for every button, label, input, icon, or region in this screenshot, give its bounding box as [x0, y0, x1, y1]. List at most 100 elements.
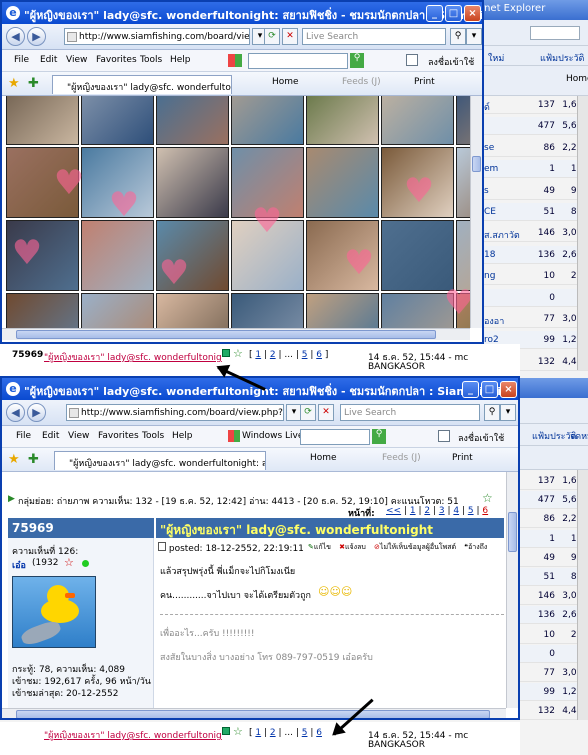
menu-edit[interactable]: Edit [40, 55, 57, 65]
page-link-5-b[interactable]: 5 [302, 728, 308, 738]
forward-button[interactable]: ▶ [27, 27, 46, 46]
page-link-2[interactable]: 2 [270, 350, 276, 360]
bg-search-box[interactable] [530, 26, 580, 40]
forward-button-2[interactable]: ▶ [27, 403, 46, 422]
menu-tools-2[interactable]: Tools [142, 431, 164, 441]
search-input[interactable]: Live Search [302, 28, 446, 45]
close-button[interactable]: × [464, 5, 481, 22]
page-link-5[interactable]: 5 [468, 506, 474, 516]
add-favorites-icon-2[interactable]: ✚ [28, 452, 39, 467]
toolbar-search-input-2[interactable] [300, 429, 370, 445]
menu-view-2[interactable]: View [68, 431, 89, 441]
refresh-icon-2[interactable]: ⟳ [300, 404, 316, 421]
menu-favorites[interactable]: Favorites [96, 55, 137, 65]
home-button[interactable]: Home [272, 77, 299, 87]
bg-thread-title[interactable]: s [484, 186, 524, 196]
report-link[interactable]: แจ้งลบ [345, 543, 366, 551]
add-favorites-icon[interactable]: ✚ [28, 76, 39, 91]
menu-edit-2[interactable]: Edit [42, 431, 59, 441]
search-dropdown-button[interactable]: ▾ [466, 28, 482, 45]
tab-active-2[interactable]: "ผู้หญิงของเรา" lady@sfc. wonderfultonig… [54, 451, 266, 470]
bg-thread-title[interactable]: se [484, 143, 524, 153]
page-link-1-b[interactable]: 1 [255, 728, 261, 738]
user-name[interactable]: เอ๋อ [12, 558, 26, 572]
favorites-star-icon-2[interactable]: ★ [8, 452, 20, 467]
h-scrollbar-thumb[interactable] [16, 330, 436, 339]
scrollbar-thumb[interactable] [472, 156, 481, 172]
bg-thread-title[interactable]: 18 [484, 250, 524, 260]
feeds-button[interactable]: Feeds (J) [342, 77, 381, 87]
thread-title-link-2[interactable]: "ผู้หญิงของเรา" lady@sfc. wonderfultonig [44, 728, 222, 742]
bg-thread-title[interactable]: ส.สภาวัต [484, 228, 524, 242]
search-icon-2[interactable]: ⚲ [484, 404, 500, 421]
go-icon[interactable]: ⚲ [350, 53, 364, 68]
menu-help[interactable]: Help [170, 55, 191, 65]
page-link-2-b[interactable]: 2 [270, 728, 276, 738]
print-button-2[interactable]: Print [452, 453, 473, 463]
edit-link[interactable]: แก้ไข [314, 543, 331, 551]
feeds-button-2[interactable]: Feeds (J) [382, 453, 421, 463]
minimize-button[interactable]: _ [426, 5, 443, 22]
back-button[interactable]: ◀ [6, 27, 25, 46]
page-link-1[interactable]: 1 [255, 350, 261, 360]
close-button-2[interactable]: × [500, 381, 517, 398]
bg-tab-history[interactable]: แฟ้มประวัติ [540, 51, 584, 65]
menu-favorites-2[interactable]: Favorites [98, 431, 139, 441]
menu-file[interactable]: File [14, 55, 29, 65]
thread-title-link[interactable]: "ผู้หญิงของเรา" lady@sfc. wonderfultonig [44, 350, 222, 364]
bg-tab-new[interactable]: ใหม่ [488, 51, 504, 65]
bg-thread-title[interactable]: องอา [484, 314, 524, 328]
block-link[interactable]: ไม่ให้เห็นข้อมูลผู้อื่นโพสต์ [380, 543, 456, 551]
page-link-3[interactable]: 3 [439, 506, 445, 516]
favorites-star-icon[interactable]: ★ [8, 76, 20, 91]
vertical-scrollbar-2[interactable] [506, 472, 518, 708]
home-button-2[interactable]: Home [310, 453, 337, 463]
go-icon-2[interactable]: ⚲ [372, 429, 386, 444]
login-link-2[interactable]: ลงชื่อเข้าใช้ [458, 431, 504, 445]
maximize-button[interactable]: □ [445, 5, 462, 22]
bg-home-button[interactable]: Home [566, 74, 588, 84]
search-icon[interactable]: ⚲ [450, 28, 466, 45]
bg-scrollbar-2[interactable] [577, 470, 588, 720]
bg-thread-title[interactable]: CE [484, 207, 524, 217]
horizontal-scrollbar-2[interactable] [2, 708, 506, 718]
page-link-6[interactable]: 6 [482, 506, 488, 516]
menu-file-2[interactable]: File [16, 431, 31, 441]
page-link-6[interactable]: 6 [316, 350, 322, 360]
page-link-6-b[interactable]: 6 [316, 728, 322, 738]
minimize-button-2[interactable]: _ [462, 381, 479, 398]
back-button-2[interactable]: ◀ [6, 403, 25, 422]
checkbox-icon-2[interactable] [438, 430, 450, 442]
bg-thread-title[interactable]: em [484, 164, 524, 174]
bg-thread-title[interactable]: ด์ [484, 100, 524, 114]
tab-active[interactable]: "ผู้หญิงของเรา" lady@sfc. wonderfultonig… [52, 75, 232, 94]
url-field-2[interactable]: http://www.siamfishing.com/board/view.ph… [66, 404, 284, 421]
print-button[interactable]: Print [414, 77, 435, 87]
quote-link[interactable]: อ้างถึง [468, 543, 487, 551]
windows-live-label[interactable]: Windows Live [242, 431, 303, 441]
menu-help-2[interactable]: Help [172, 431, 193, 441]
scrollbar-thumb-2[interactable] [508, 512, 517, 552]
page-link-4[interactable]: 4 [453, 506, 459, 516]
checkbox-icon[interactable] [406, 54, 418, 66]
bg-scrollbar[interactable] [577, 96, 588, 370]
vertical-scrollbar[interactable] [470, 96, 482, 328]
url-field[interactable]: http://www.siamfishing.com/board/view.ph… [64, 28, 250, 45]
bg-tab-mail[interactable]: จดหม [570, 429, 588, 443]
search-input-2[interactable]: Live Search [340, 404, 480, 421]
toolbar-search-input[interactable] [248, 53, 348, 69]
h-scrollbar-thumb-2[interactable] [16, 710, 490, 718]
refresh-icon[interactable]: ⟳ [264, 28, 280, 45]
login-link[interactable]: ลงชื่อเข้าใช้ [428, 55, 474, 69]
maximize-button-2[interactable]: □ [481, 381, 498, 398]
page-link-5[interactable]: 5 [302, 350, 308, 360]
stop-icon-2[interactable]: ✕ [318, 404, 334, 421]
menu-tools[interactable]: Tools [140, 55, 162, 65]
page-first-link[interactable]: << [386, 506, 401, 516]
horizontal-scrollbar[interactable] [2, 328, 470, 340]
stop-icon[interactable]: ✕ [282, 28, 298, 45]
page-link-1[interactable]: 1 [410, 506, 416, 516]
bg-thread-title[interactable]: ng [484, 271, 524, 281]
menu-view[interactable]: View [66, 55, 87, 65]
search-dropdown-button-2[interactable]: ▾ [500, 404, 516, 421]
